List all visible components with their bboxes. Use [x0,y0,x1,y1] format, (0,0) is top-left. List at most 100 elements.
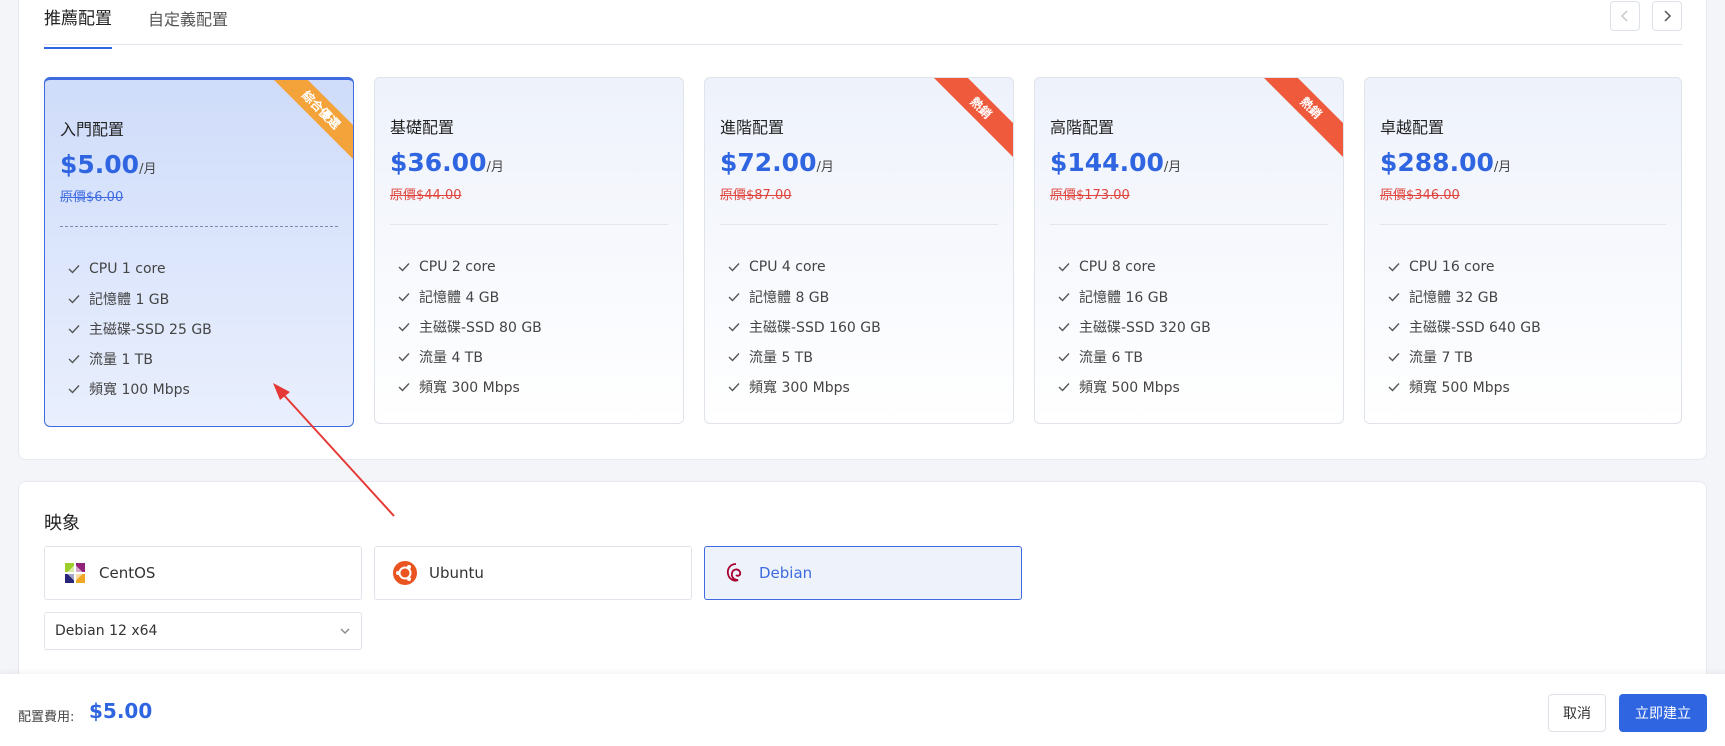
spec-list: CPU 2 core 記憶體 4 GB 主磁碟-SSD 80 GB 流量 4 T… [397,252,542,402]
check-icon [67,292,81,306]
spec-item: 記憶體 4 GB [397,282,542,312]
check-icon [67,352,81,366]
spec-item: 主磁碟-SSD 640 GB [1387,312,1541,342]
spec-list: CPU 1 core 記憶體 1 GB 主磁碟-SSD 25 GB 流量 1 T… [67,254,212,404]
spec-item: 記憶體 1 GB [67,284,212,314]
spec-list: CPU 4 core 記憶體 8 GB 主磁碟-SSD 160 GB 流量 5 … [727,252,881,402]
ribbon-badge: 綜合優選 [269,80,353,164]
plan-original-price: 原價$6.00 [60,190,124,205]
plan-original-price: 原價$346.00 [1380,188,1460,203]
version-select[interactable]: Debian 12 x64 [44,612,362,650]
check-icon [1057,290,1071,304]
plan-name: 基礎配置 [390,118,455,137]
spec-item: 主磁碟-SSD 160 GB [727,312,881,342]
spec-item: 流量 1 TB [67,344,212,374]
plans-panel: 推薦配置 自定義配置 綜合優選 入門配置 $5.00/月 原價$6.00 CPU… [18,0,1707,460]
check-icon [727,380,741,394]
divider [390,224,668,225]
next-button[interactable] [1652,1,1682,31]
spec-item: CPU 8 core [1057,252,1211,282]
plan-original-price: 原價$87.00 [720,188,792,203]
fee-label: 配置費用: [18,710,75,725]
check-icon [1057,320,1071,334]
ribbon-badge: 熱銷 [1259,78,1343,162]
plan-card-basic[interactable]: 基礎配置 $36.00/月 原價$44.00 CPU 2 core 記憶體 4 … [374,77,684,424]
check-icon [727,260,741,274]
plan-card-elite[interactable]: 卓越配置 $288.00/月 原價$346.00 CPU 16 core 記憶體… [1364,77,1682,424]
fee-value: $5.00 [89,699,153,723]
spec-list: CPU 8 core 記憶體 16 GB 主磁碟-SSD 320 GB 流量 6… [1057,252,1211,402]
spec-item: 記憶體 16 GB [1057,282,1211,312]
os-option-debian[interactable]: Debian [704,546,1022,600]
spec-list: CPU 16 core 記憶體 32 GB 主磁碟-SSD 640 GB 流量 … [1387,252,1541,402]
os-label: Debian [759,564,813,582]
check-icon [397,260,411,274]
spec-item: 頻寬 500 Mbps [1057,372,1211,402]
plan-card-premium[interactable]: 熱銷 高階配置 $144.00/月 原價$173.00 CPU 8 core 記… [1034,77,1344,424]
spec-item: 主磁碟-SSD 25 GB [67,314,212,344]
tab-custom[interactable]: 自定義配置 [148,6,228,30]
create-now-button[interactable]: 立即建立 [1619,694,1707,732]
check-icon [1387,350,1401,364]
spec-item: 頻寬 500 Mbps [1387,372,1541,402]
check-icon [727,290,741,304]
os-label: CentOS [99,564,156,582]
spec-item: 頻寬 100 Mbps [67,374,212,404]
plan-card-starter[interactable]: 綜合優選 入門配置 $5.00/月 原價$6.00 CPU 1 core 記憶體… [44,77,354,427]
plan-original-price: 原價$173.00 [1050,188,1130,203]
check-icon [397,290,411,304]
spec-item: 流量 7 TB [1387,342,1541,372]
tab-recommended[interactable]: 推薦配置 [44,4,112,49]
spec-item: 流量 4 TB [397,342,542,372]
plan-name: 入門配置 [60,120,125,139]
spec-item: 主磁碟-SSD 320 GB [1057,312,1211,342]
plan-name: 高階配置 [1050,118,1115,137]
divider [1050,224,1328,225]
spec-item: 流量 5 TB [727,342,881,372]
spec-item: CPU 4 core [727,252,881,282]
spec-item: 頻寬 300 Mbps [727,372,881,402]
check-icon [397,380,411,394]
check-icon [1057,260,1071,274]
footer-bar: 配置費用: $5.00 取消 立即建立 [0,674,1725,746]
spec-item: 流量 6 TB [1057,342,1211,372]
check-icon [1387,320,1401,334]
chevron-down-icon [340,628,350,634]
plan-price: $72.00/月 [720,148,834,177]
divider [60,226,338,227]
os-option-ubuntu[interactable]: Ubuntu [374,546,692,600]
spec-item: 主磁碟-SSD 80 GB [397,312,542,342]
version-value: Debian 12 x64 [55,623,158,639]
ubuntu-icon [391,559,419,587]
check-icon [1387,380,1401,394]
plan-name: 卓越配置 [1380,118,1445,137]
plan-original-price: 原價$44.00 [390,188,462,203]
divider [720,224,998,225]
plan-price: $144.00/月 [1050,148,1182,177]
plan-price: $36.00/月 [390,148,504,177]
spec-item: 記憶體 32 GB [1387,282,1541,312]
config-tabs: 推薦配置 自定義配置 [44,1,1682,49]
section-title: 映象 [44,513,80,534]
check-icon [727,350,741,364]
check-icon [1057,350,1071,364]
chevron-left-icon [1620,10,1628,22]
check-icon [67,382,81,396]
check-icon [1057,380,1071,394]
spec-item: CPU 1 core [67,254,212,284]
os-option-centos[interactable]: CentOS [44,546,362,600]
centos-icon [61,559,89,587]
check-icon [1387,290,1401,304]
plan-price: $5.00/月 [60,150,157,179]
check-icon [397,350,411,364]
plan-card-advanced[interactable]: 熱銷 進階配置 $72.00/月 原價$87.00 CPU 4 core 記憶體… [704,77,1014,424]
spec-item: CPU 16 core [1387,252,1541,282]
check-icon [67,322,81,336]
os-label: Ubuntu [429,564,484,582]
plan-name: 進階配置 [720,118,785,137]
ribbon-badge: 熱銷 [929,78,1013,162]
spec-item: 記憶體 8 GB [727,282,881,312]
prev-button[interactable] [1610,1,1640,31]
cancel-button[interactable]: 取消 [1548,694,1606,732]
spec-item: CPU 2 core [397,252,542,282]
